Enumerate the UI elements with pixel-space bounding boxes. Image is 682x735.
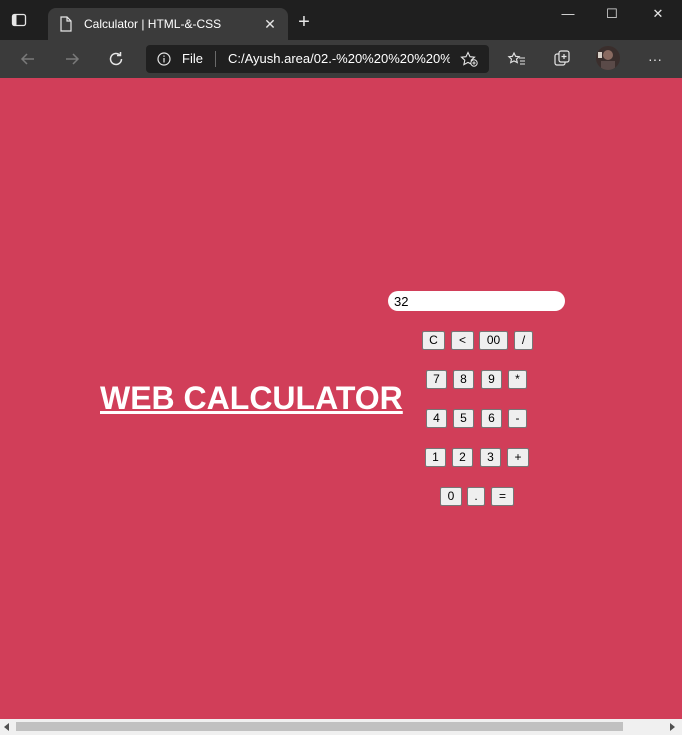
close-tab-icon[interactable]: ✕ — [262, 16, 278, 32]
collections-icon[interactable] — [552, 49, 572, 69]
favorites-icon[interactable] — [507, 49, 527, 69]
two-button[interactable]: 2 — [452, 448, 473, 467]
zero-button[interactable]: 0 — [440, 487, 462, 506]
title-bar: Calculator | HTML-&-CSS ✕ + — ☐ ✕ — [0, 0, 682, 40]
profile-avatar[interactable] — [596, 46, 620, 70]
scrollbar-thumb[interactable] — [16, 722, 623, 731]
tab-title: Calculator | HTML-&-CSS — [84, 17, 222, 31]
three-button[interactable]: 3 — [480, 448, 501, 467]
page-icon — [59, 16, 73, 32]
horizontal-scrollbar[interactable] — [0, 719, 682, 735]
minus-button[interactable]: - — [508, 409, 527, 428]
four-button[interactable]: 4 — [426, 409, 447, 428]
plus-button[interactable]: + — [507, 448, 529, 467]
scroll-right-arrow-icon[interactable] — [670, 723, 675, 731]
equals-button[interactable]: = — [491, 487, 514, 506]
info-icon[interactable] — [157, 52, 171, 66]
forward-icon[interactable] — [62, 49, 82, 69]
backspace-button[interactable]: < — [451, 331, 474, 350]
decimal-button[interactable]: . — [467, 487, 485, 506]
seven-button[interactable]: 7 — [426, 370, 447, 389]
page-heading: WEB CALCULATOR — [100, 380, 403, 416]
one-button[interactable]: 1 — [425, 448, 446, 467]
double-zero-button[interactable]: 00 — [479, 331, 508, 350]
multiply-button[interactable]: * — [508, 370, 527, 389]
clear-button[interactable]: C — [422, 331, 445, 350]
calculator-display[interactable] — [388, 291, 565, 311]
page-content: WEB CALCULATOR C < 00 / 7 8 9 * 4 5 6 - … — [0, 78, 682, 719]
browser-tab[interactable]: Calculator | HTML-&-CSS ✕ — [48, 8, 288, 40]
browser-toolbar: File C:/Ayush.area/02.-%20%20%20%20%20%2… — [0, 40, 682, 78]
nine-button[interactable]: 9 — [481, 370, 502, 389]
minimize-button[interactable]: — — [556, 4, 580, 24]
address-separator — [215, 51, 216, 67]
url-text[interactable]: C:/Ayush.area/02.-%20%20%20%20%20%20 — [228, 51, 450, 67]
file-scheme-label: File — [182, 51, 203, 66]
address-bar[interactable]: File C:/Ayush.area/02.-%20%20%20%20%20%2… — [146, 45, 489, 73]
maximize-button[interactable]: ☐ — [600, 4, 624, 24]
new-tab-button[interactable]: + — [295, 12, 313, 32]
eight-button[interactable]: 8 — [453, 370, 474, 389]
add-favorite-icon[interactable] — [460, 51, 478, 67]
five-button[interactable]: 5 — [453, 409, 474, 428]
six-button[interactable]: 6 — [481, 409, 502, 428]
divide-button[interactable]: / — [514, 331, 533, 350]
tab-actions-icon[interactable] — [11, 12, 27, 28]
scroll-left-arrow-icon[interactable] — [4, 723, 9, 731]
back-icon[interactable] — [18, 49, 38, 69]
refresh-icon[interactable] — [106, 49, 126, 69]
close-window-button[interactable]: ✕ — [646, 4, 670, 24]
more-options-icon[interactable]: ··· — [645, 49, 665, 69]
